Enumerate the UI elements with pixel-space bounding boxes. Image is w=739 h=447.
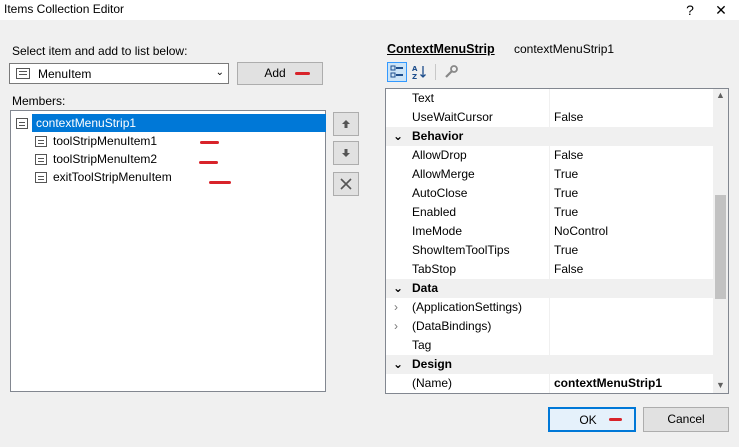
property-row[interactable]: AllowMerge True — [386, 165, 714, 184]
property-grid[interactable]: Text UseWaitCursor False ⌄ Behavior AllowD… — [385, 88, 729, 394]
menuitem-icon — [35, 172, 47, 184]
menuitem-icon — [16, 68, 30, 79]
scroll-up-icon[interactable]: ▲ — [716, 90, 725, 100]
property-row[interactable]: Text — [386, 89, 714, 108]
category-row-design[interactable]: ⌄ Design — [386, 355, 714, 374]
chevron-right-icon[interactable]: › — [394, 317, 398, 336]
member-label: contextMenuStrip1 — [36, 116, 137, 130]
menuitem-icon — [35, 154, 47, 166]
select-item-label: Select item and add to list below: — [12, 44, 188, 58]
toolbar-separator — [435, 64, 436, 80]
red-annotation-mark — [209, 181, 231, 184]
help-button[interactable]: ? — [678, 0, 702, 20]
member-label: toolStripMenuItem2 — [53, 152, 158, 166]
svg-text:A: A — [412, 65, 418, 73]
chevron-down-icon: ⌄ — [393, 357, 404, 371]
property-row[interactable]: Enabled True — [386, 203, 714, 222]
members-label: Members: — [12, 94, 66, 108]
member-item[interactable]: toolStripMenuItem1 — [35, 132, 157, 150]
property-row[interactable]: Tag — [386, 336, 714, 355]
move-up-button[interactable] — [333, 112, 359, 136]
scroll-down-icon[interactable]: ▼ — [716, 380, 725, 390]
arrow-down-icon — [342, 149, 350, 157]
property-row[interactable]: › (ApplicationSettings) — [386, 298, 714, 317]
chevron-down-icon: ⌄ — [215, 67, 224, 78]
chevron-down-icon: ⌄ — [393, 129, 404, 143]
alphabetical-view-button[interactable]: A Z — [410, 62, 430, 82]
member-item[interactable]: exitToolStripMenuItem — [35, 168, 172, 186]
member-item[interactable]: toolStripMenuItem2 — [35, 150, 157, 168]
member-label: exitToolStripMenuItem — [53, 170, 172, 184]
categorized-view-button[interactable] — [387, 62, 407, 82]
delete-x-icon — [340, 178, 352, 190]
property-row[interactable]: › (DataBindings) — [386, 317, 714, 336]
chevron-right-icon[interactable]: › — [394, 298, 398, 317]
add-button-label: Add — [264, 66, 286, 80]
category-row-data[interactable]: ⌄ Data — [386, 279, 714, 298]
member-item[interactable]: contextMenuStrip1 — [32, 114, 326, 132]
red-annotation-mark — [295, 72, 310, 75]
red-annotation-mark — [199, 161, 218, 164]
close-button[interactable]: ✕ — [709, 0, 733, 20]
red-annotation-mark — [609, 418, 622, 421]
arrow-up-icon — [342, 120, 350, 128]
move-down-button[interactable] — [333, 141, 359, 165]
property-row[interactable]: TabStop False — [386, 260, 714, 279]
remove-button[interactable] — [333, 172, 359, 196]
menuitem-icon — [35, 136, 47, 148]
wrench-icon — [445, 65, 458, 78]
cancel-button-label: Cancel — [667, 412, 705, 426]
property-row[interactable]: UseWaitCursor False — [386, 108, 714, 127]
property-row[interactable]: ImeMode NoControl — [386, 222, 714, 241]
object-type-label: ContextMenuStrip — [387, 42, 495, 56]
property-row[interactable]: AutoClose True — [386, 184, 714, 203]
property-row[interactable]: ShowItemToolTips True — [386, 241, 714, 260]
sort-az-icon: A Z — [412, 65, 426, 81]
item-type-combo[interactable]: MenuItem ⌄ — [9, 63, 229, 84]
red-annotation-mark — [200, 141, 219, 144]
scrollbar-thumb[interactable] — [715, 195, 726, 299]
window-title: Items Collection Editor — [4, 2, 125, 16]
svg-text:Z: Z — [412, 73, 417, 80]
object-name-label: contextMenuStrip1 — [514, 42, 615, 56]
property-row[interactable]: AllowDrop False — [386, 146, 714, 165]
members-list[interactable]: contextMenuStrip1 toolStripMenuItem1 too… — [10, 110, 326, 392]
property-row[interactable]: (Name) contextMenuStrip1 — [386, 374, 714, 393]
property-pages-button[interactable] — [441, 62, 461, 82]
cancel-button[interactable]: Cancel — [643, 407, 729, 432]
member-label: toolStripMenuItem1 — [53, 134, 158, 148]
categorized-icon — [390, 65, 403, 78]
combo-value: MenuItem — [38, 67, 92, 81]
add-button[interactable]: Add — [237, 62, 323, 85]
ok-button-label: OK — [579, 413, 597, 427]
contextmenu-icon — [16, 118, 28, 129]
chevron-down-icon: ⌄ — [393, 281, 404, 295]
ok-button[interactable]: OK — [548, 407, 636, 432]
category-row-behavior[interactable]: ⌄ Behavior — [386, 127, 714, 146]
